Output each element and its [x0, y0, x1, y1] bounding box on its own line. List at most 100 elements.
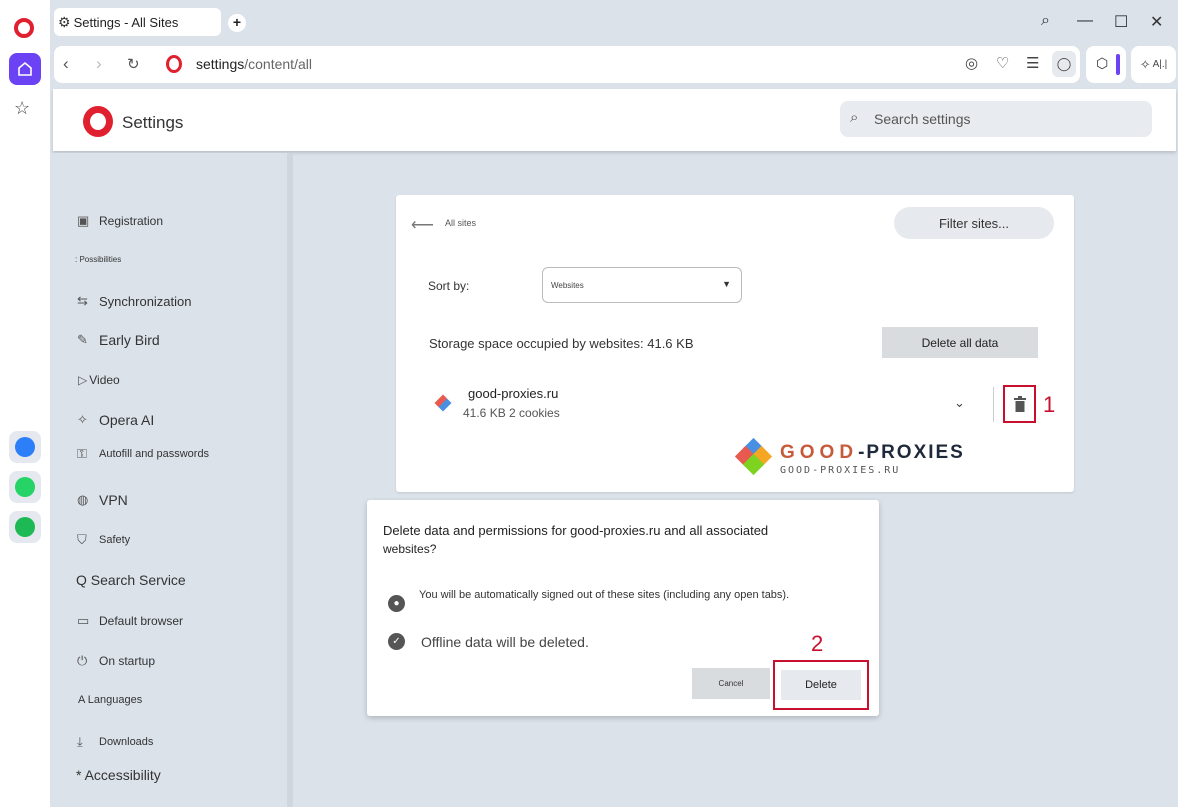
url-path: /content/all [244, 56, 312, 72]
site-meta: 41.6 KB 2 cookies [463, 406, 560, 420]
key-icon: ⚿ [77, 446, 87, 461]
nav-item-accessibility[interactable]: * Accessibility [76, 767, 161, 783]
nav-item-languages[interactable]: A Languages [78, 694, 142, 706]
settings-header: Settings ⌕ Search settings [53, 89, 1176, 151]
ai-label: A|.| [1152, 59, 1168, 70]
all-sites-label: All sites [445, 218, 477, 228]
easy-setup-icon[interactable]: ☰ [1026, 54, 1039, 72]
gear-icon: ⚙ [58, 13, 71, 30]
tab-settings[interactable]: ⚙ Settings - All Sites [54, 8, 221, 36]
nav-item-on-startup[interactable]: ⏻ On startup [77, 653, 155, 669]
row-divider [993, 387, 994, 422]
delete-button[interactable]: Delete [781, 670, 861, 700]
nav-item-video[interactable]: ▷ Video [78, 373, 120, 387]
bird-icon: ✎ [77, 332, 88, 347]
back-icon[interactable]: ‹ [63, 54, 69, 74]
profile-icon[interactable]: ◯ [1052, 51, 1076, 77]
url-host: settings [196, 56, 245, 72]
messenger-icon [15, 437, 35, 457]
delete-site-button[interactable] [1003, 385, 1036, 423]
opera-url-icon [166, 55, 182, 73]
check-circle-icon: ✓ [388, 633, 405, 650]
globe-icon: ◍ [77, 492, 89, 507]
offline-data-notice: Offline data will be deleted. [421, 634, 589, 650]
nav-item-downloads[interactable]: ⤓ Downloads [77, 734, 153, 750]
all-sites-card: ⟵ All sites Filter sites... Sort by: Web… [396, 195, 1074, 492]
aria-ai-button[interactable]: ✧ A|.| [1131, 46, 1176, 83]
url-field[interactable]: settings/content/all [196, 56, 312, 72]
search-placeholder: Search settings [874, 111, 971, 127]
filter-sites-button[interactable]: Filter sites... [894, 207, 1054, 239]
nav-item-search-service[interactable]: Q Search Service [76, 572, 186, 588]
nav-item-opera-ai[interactable]: ✧ Opera AI [77, 412, 154, 428]
nav-item-autofill[interactable]: ⚿ Autofill and passwords [77, 446, 209, 462]
whatsapp-icon [15, 477, 35, 497]
home-button[interactable] [9, 53, 41, 85]
cube-icon: ⬡ [1096, 55, 1109, 71]
trash-icon [1013, 396, 1026, 412]
delete-all-data-button[interactable]: Delete all data [882, 327, 1038, 358]
sparkle-icon: ✧ [77, 412, 88, 427]
nav-divider [287, 153, 293, 807]
nav-item-vpn[interactable]: ◍ VPN [77, 492, 128, 508]
delete-confirmation-dialog: Delete data and permissions for good-pro… [367, 500, 879, 716]
search-settings-input[interactable]: ⌕ Search settings [840, 101, 1152, 137]
reload-icon[interactable]: ↻ [127, 55, 140, 73]
site-name[interactable]: good-proxies.ru [468, 386, 558, 401]
accent-bar [1116, 54, 1120, 75]
tab-bar: ⚙ Settings - All Sites + ⌕ — ☐ ✕ [50, 0, 1178, 42]
settings-nav: ▣ Registration : Possibilities ⇆ Synchroni… [50, 153, 290, 807]
delete-button-highlight: Delete [773, 660, 869, 710]
sparkle-icon: ✧ [1139, 56, 1151, 72]
dialog-title-line1: Delete data and permissions for good-pro… [383, 523, 769, 538]
nav-item-registration[interactable]: ▣ Registration [77, 213, 163, 229]
diamond-logo-icon [734, 437, 773, 476]
cancel-button[interactable]: Cancel [692, 668, 770, 699]
star-icon[interactable]: ☆ [14, 98, 30, 119]
heart-icon[interactable]: ♡ [996, 54, 1009, 72]
chevron-down-icon[interactable]: ⌄ [954, 395, 965, 411]
opera-sidebar: ☆ [0, 0, 50, 807]
chevron-down-icon: ▼ [722, 279, 731, 289]
address-bar: ‹ › ↻ settings/content/all ◎ ♡ ☰ ◯ [54, 46, 1080, 83]
nav-item-default-browser[interactable]: ▭ Default browser [77, 613, 183, 629]
spotify-button[interactable] [9, 511, 41, 543]
maximize-icon[interactable]: ☐ [1114, 12, 1128, 32]
annotation-number-2: 2 [811, 631, 824, 656]
messenger-button[interactable] [9, 431, 41, 463]
spotify-icon [15, 517, 35, 537]
search-tabs-icon[interactable]: ⌕ [1041, 12, 1050, 30]
image-icon: ▣ [77, 213, 90, 228]
search-icon: ⌕ [850, 109, 859, 126]
home-icon [18, 61, 32, 76]
whatsapp-button[interactable] [9, 471, 41, 503]
close-icon[interactable]: ✕ [1150, 12, 1163, 32]
account-icon: ● [388, 595, 405, 612]
power-icon: ⏻ [77, 653, 88, 668]
annotation-number-1: 1 [1043, 392, 1056, 417]
shield-icon: ⛉ [77, 532, 87, 547]
minimize-icon[interactable]: — [1077, 12, 1093, 30]
watermark-domain: GOOD-PROXIES.RU [780, 465, 901, 476]
back-arrow-icon[interactable]: ⟵ [411, 215, 434, 235]
nav-item-synchronization[interactable]: ⇆ Synchronization [77, 293, 192, 309]
sort-select-value: Websites [551, 281, 584, 290]
download-icon: ⤓ [77, 734, 83, 749]
nav-item-possibilities[interactable]: : Possibilities [75, 255, 121, 264]
opera-logo-icon[interactable] [14, 18, 34, 38]
play-icon: ▷ [78, 373, 88, 387]
extensions-button[interactable]: ⬡ [1086, 46, 1126, 83]
signed-out-notice: You will be automatically signed out of … [419, 589, 790, 601]
sort-select[interactable]: Websites ▼ [542, 267, 742, 303]
sort-by-label: Sort by: [428, 279, 470, 293]
new-tab-button[interactable]: + [228, 14, 246, 32]
nav-item-safety[interactable]: ⛉ Safety [77, 532, 130, 548]
nav-item-early-bird[interactable]: ✎ Early Bird [77, 332, 160, 348]
forward-icon[interactable]: › [96, 54, 102, 74]
camera-icon[interactable]: ◎ [965, 54, 978, 72]
sync-icon: ⇆ [77, 293, 88, 308]
dialog-title: Delete data and permissions for good-pro… [383, 522, 823, 558]
watermark-title: GOOD-PROXIES [780, 442, 965, 463]
dialog-title-line2: websites? [383, 542, 437, 556]
opera-logo-icon [83, 106, 113, 137]
